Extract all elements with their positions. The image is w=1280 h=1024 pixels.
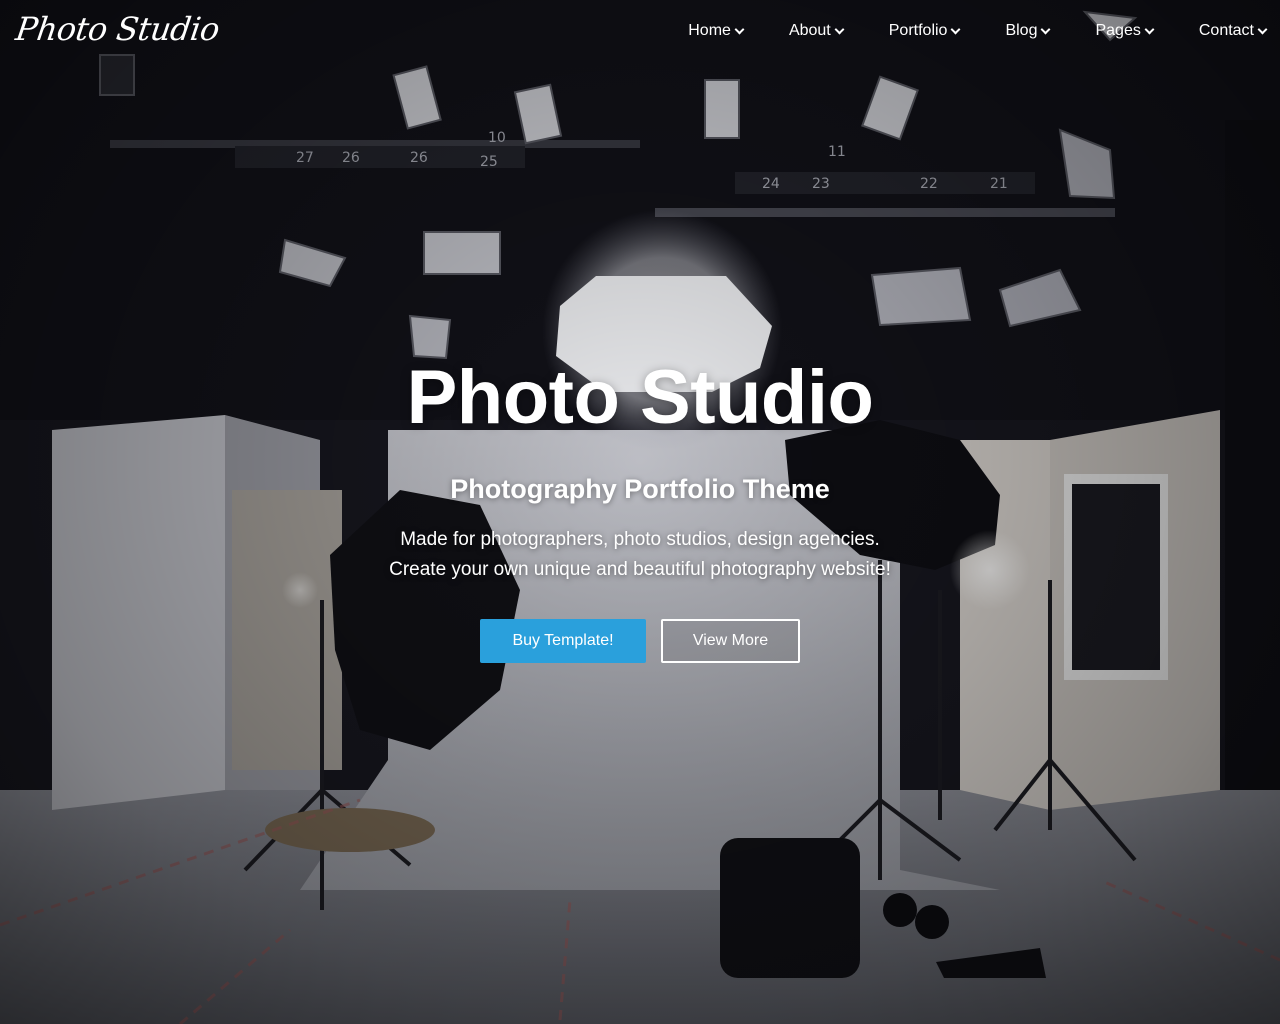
- main-nav-menu: Home About Portfolio Blog Pages Contact: [688, 22, 1268, 40]
- hero-buttons: Buy Template! View More: [0, 619, 1280, 663]
- nav-item-contact-label: Contact: [1198, 22, 1254, 39]
- nav-item-blog[interactable]: Blog: [1005, 22, 1051, 40]
- nav-item-pages[interactable]: Pages: [1095, 22, 1155, 40]
- chevron-down-icon: [1257, 24, 1268, 34]
- buy-template-button[interactable]: Buy Template!: [480, 619, 646, 663]
- rail-number-26b: 26: [410, 150, 428, 166]
- nav-item-about-label: About: [788, 22, 831, 39]
- rail-number-25: 25: [480, 154, 498, 170]
- hero-content: Photo Studio Photography Portfolio Theme…: [0, 360, 1280, 663]
- rail-number-24: 24: [762, 176, 780, 192]
- rail-number-10: 10: [488, 130, 506, 146]
- page: 27 26 26 25 10 11 24 23 22 21 Photo Stud…: [0, 0, 1280, 1024]
- chevron-down-icon: [951, 24, 961, 34]
- nav-item-blog-label: Blog: [1005, 22, 1038, 39]
- hero-description-line1: Made for photographers, photo studios, d…: [400, 529, 880, 550]
- rail-number-11: 11: [828, 144, 846, 160]
- nav-item-portfolio[interactable]: Portfolio: [888, 22, 961, 40]
- rail-number-26a: 26: [342, 150, 360, 166]
- rail-number-23: 23: [812, 176, 830, 192]
- view-more-button[interactable]: View More: [661, 619, 800, 663]
- rail-number-21: 21: [990, 176, 1008, 192]
- nav-item-contact[interactable]: Contact: [1198, 22, 1268, 40]
- nav-item-about[interactable]: About: [788, 22, 845, 40]
- nav-item-home-label: Home: [688, 22, 731, 39]
- nav-item-portfolio-label: Portfolio: [888, 22, 948, 39]
- site-logo[interactable]: Photo Studio: [13, 10, 221, 48]
- nav-item-pages-label: Pages: [1095, 22, 1141, 39]
- chevron-down-icon: [834, 24, 845, 34]
- rail-number-27: 27: [296, 150, 314, 166]
- hero-description-line2: Create your own unique and beautiful pho…: [389, 559, 891, 580]
- hero-description: Made for photographers, photo studios, d…: [0, 525, 1280, 585]
- hero-title: Photo Studio: [406, 355, 874, 440]
- chevron-down-icon: [1041, 24, 1051, 34]
- hero-subtitle: Photography Portfolio Theme: [450, 474, 830, 504]
- rail-number-22: 22: [920, 176, 938, 192]
- top-navbar: Photo Studio Home About Portfolio Blog P…: [0, 0, 1280, 66]
- chevron-down-icon: [734, 24, 745, 34]
- chevron-down-icon: [1144, 24, 1155, 34]
- nav-item-home[interactable]: Home: [688, 22, 745, 40]
